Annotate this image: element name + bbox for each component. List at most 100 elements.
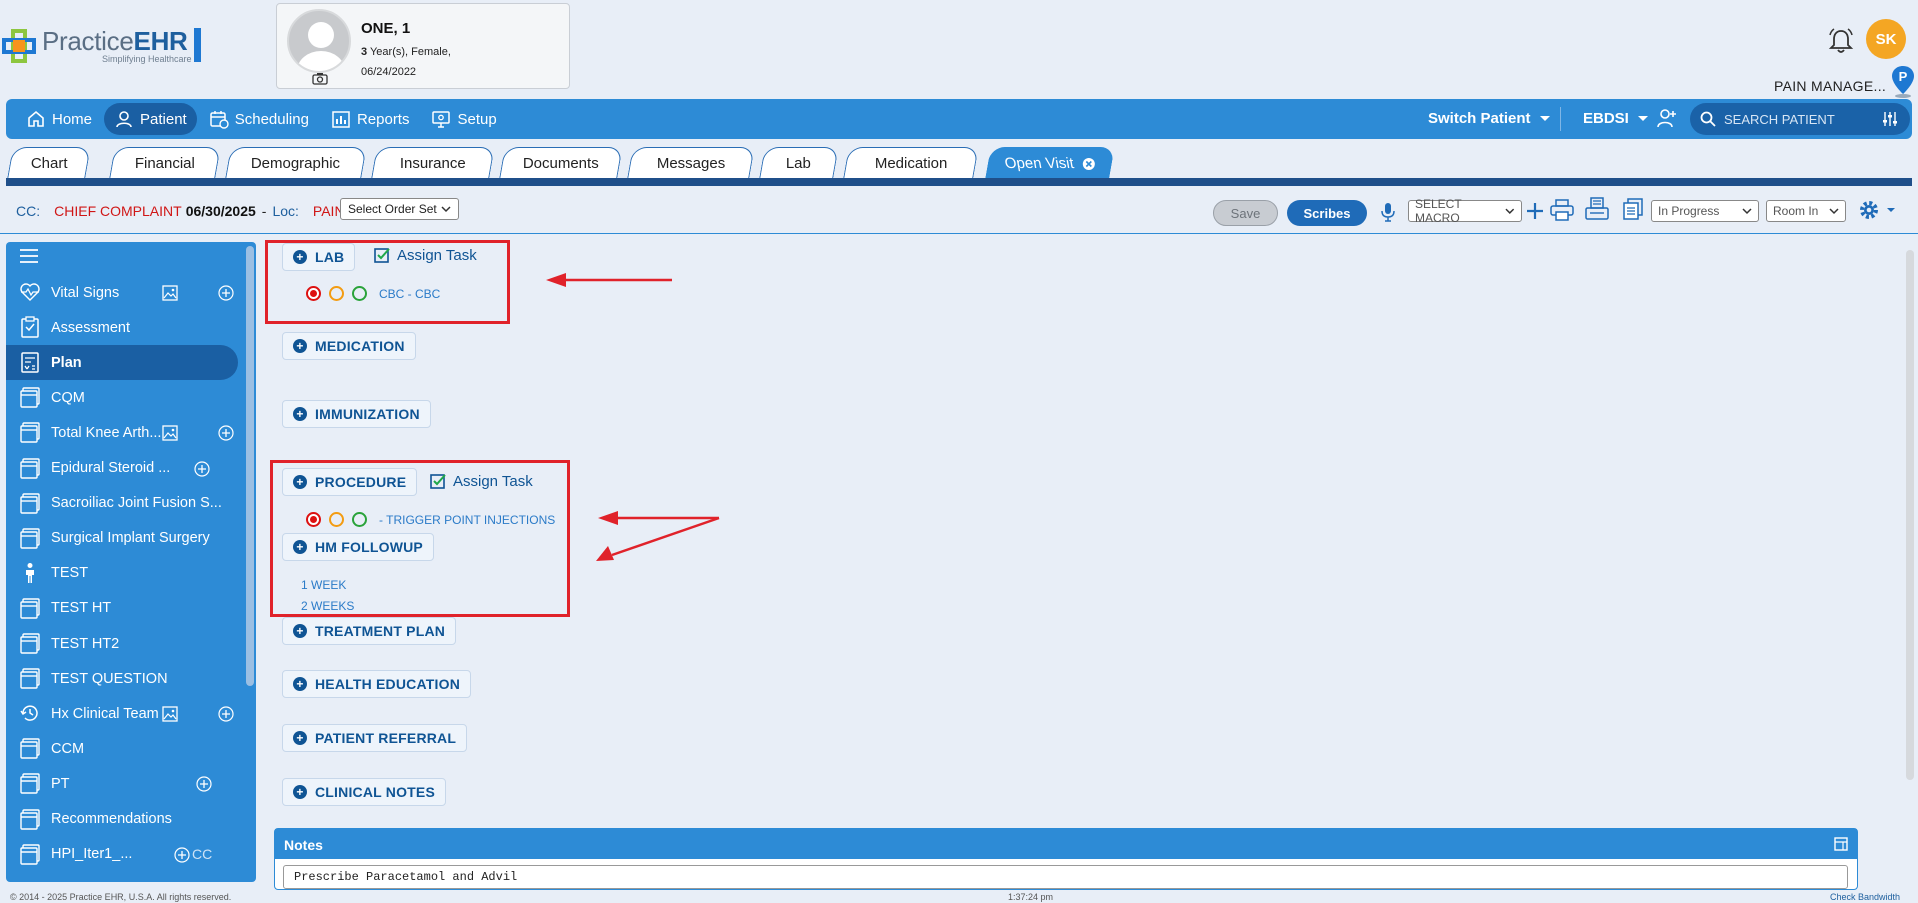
gear-icon — [1860, 201, 1878, 219]
sidebar-item-sacroiliac-joint-fusion-s[interactable]: Sacroiliac Joint Fusion S... — [6, 486, 238, 521]
cc-tag[interactable]: CC — [192, 846, 212, 862]
print-icon[interactable] — [1550, 199, 1574, 221]
section-treatment-plan[interactable]: + TREATMENT PLAN — [282, 617, 457, 645]
scribes-button[interactable]: Scribes — [1287, 200, 1367, 226]
add-circle-icon[interactable] — [218, 285, 234, 301]
search-patient[interactable] — [1690, 103, 1910, 135]
sidebar-item-cqm[interactable]: CQM — [6, 380, 238, 415]
patient-avatar — [287, 9, 351, 73]
reports-icon — [332, 111, 350, 128]
add-circle-icon[interactable] — [196, 776, 212, 792]
sidebar-scrollbar[interactable] — [246, 246, 254, 686]
visit-sidebar: Vital Signs Assessment Plan CQM Total Knee A… — [6, 242, 256, 882]
user-avatar[interactable]: SK — [1866, 19, 1906, 59]
sidebar-item-plan[interactable]: Plan — [6, 345, 238, 381]
tab-label: Chart — [30, 154, 68, 172]
sidebar-item-hx-clinical-team[interactable]: Hx Clinical Team — [6, 696, 238, 731]
sidebar-item-epidural-steroid[interactable]: Epidural Steroid ... — [6, 451, 238, 486]
notes-textarea[interactable]: Prescribe Paracetamol and Advil — [283, 865, 1848, 889]
nav-patient-label: Patient — [140, 110, 187, 128]
expand-panel-icon[interactable] — [1834, 837, 1848, 851]
save-button[interactable]: Save — [1213, 200, 1278, 226]
tab-demographic[interactable]: Demographic — [225, 147, 367, 178]
tab-documents[interactable]: Documents — [499, 147, 623, 178]
visit-status-select[interactable]: In Progress — [1651, 200, 1759, 222]
add-circle-icon[interactable] — [194, 460, 210, 477]
tab-chart[interactable]: Chart — [7, 147, 91, 178]
sidebar-item-label: Assessment — [51, 319, 130, 336]
sidebar-item-test[interactable]: TEST — [6, 556, 238, 591]
section-label: TREATMENT PLAN — [315, 623, 446, 639]
sidebar-item-recommendations[interactable]: Recommendations — [6, 802, 238, 837]
location-label: EBDSI — [1583, 110, 1629, 127]
section-clinical-notes[interactable]: + CLINICAL NOTES — [282, 778, 446, 806]
sidebar-item-total-knee-arth[interactable]: Total Knee Arth... — [6, 415, 238, 450]
sidebar-item-label: PT — [51, 775, 70, 792]
section-medication[interactable]: + MEDICATION — [282, 332, 416, 360]
section-health-education[interactable]: + HEALTH EDUCATION — [282, 670, 472, 698]
close-tab-icon[interactable] — [1081, 156, 1095, 170]
tab-lab[interactable]: Lab — [759, 147, 839, 178]
tab-label: Lab — [786, 154, 812, 172]
switch-patient-button[interactable]: Switch Patient — [1428, 110, 1551, 127]
loc-label: Loc: — [272, 203, 299, 219]
notification-bell-icon[interactable] — [1826, 26, 1856, 56]
location-dropdown[interactable]: EBDSI — [1583, 110, 1649, 127]
plan-icon — [19, 351, 41, 373]
hamburger-menu-icon[interactable] — [20, 249, 38, 263]
visit-toolbar: CC: CHIEF COMPLAINT 06/30/2025 - Loc: PA… — [0, 186, 1918, 234]
sidebar-item-pt[interactable]: PT — [6, 766, 238, 801]
copy-document-icon[interactable] — [1622, 198, 1644, 220]
sidebar-item-test-ht2[interactable]: TEST HT2 — [6, 626, 238, 661]
sidebar-item-hpi-iter1[interactable]: HPI_Iter1_... CC — [6, 837, 238, 872]
image-icon[interactable] — [162, 425, 178, 442]
notes-title: Notes — [284, 837, 323, 853]
microphone-icon[interactable] — [1381, 202, 1395, 222]
nav-setup-label: Setup — [457, 110, 497, 128]
camera-icon[interactable] — [312, 72, 328, 85]
filter-sliders-icon[interactable] — [1882, 111, 1898, 127]
nav-patient[interactable]: Patient — [104, 103, 197, 135]
tab-messages[interactable]: Messages — [627, 147, 755, 178]
cc-value[interactable]: CHIEF COMPLAINT — [54, 203, 182, 219]
tab-insurance[interactable]: Insurance — [371, 147, 495, 178]
practice-ehr-logo[interactable]: PracticeEHR Simplifying Healthcare — [2, 28, 201, 64]
scheduling-icon — [209, 111, 229, 129]
sidebar-item-test-question[interactable]: TEST QUESTION — [6, 661, 238, 696]
settings-menu[interactable] — [1858, 199, 1896, 221]
sidebar-item-surgical-implant-surgery[interactable]: Surgical Implant Surgery — [6, 521, 238, 556]
patient-card[interactable]: ONE, 1 3 Year(s), Female, 06/24/2022 — [276, 3, 570, 89]
nav-scheduling[interactable]: Scheduling — [199, 103, 319, 135]
add-circle-icon[interactable] — [218, 706, 234, 722]
check-bandwidth-link[interactable]: Check Bandwidth — [1830, 892, 1900, 902]
add-user-icon[interactable] — [1656, 107, 1678, 129]
nav-home[interactable]: Home — [16, 103, 102, 135]
nav-reports[interactable]: Reports — [321, 103, 420, 135]
nav-setup[interactable]: Setup — [421, 103, 506, 135]
search-patient-input[interactable] — [1724, 111, 1874, 127]
tab-underline — [6, 178, 1912, 186]
section-patient-referral[interactable]: + PATIENT REFERRAL — [282, 724, 468, 752]
room-select[interactable]: Room In — [1766, 200, 1846, 222]
add-circle-icon[interactable] — [218, 425, 234, 441]
sidebar-item-vital-signs[interactable]: Vital Signs — [6, 275, 238, 310]
sidebar-item-assessment[interactable]: Assessment — [6, 310, 238, 345]
location-pin-icon[interactable]: P — [1890, 64, 1916, 98]
image-icon[interactable] — [162, 285, 178, 301]
add-icon[interactable] — [1526, 202, 1544, 220]
practice-name[interactable]: PAIN MANAGE... — [1774, 78, 1886, 94]
tab-medication[interactable]: Medication — [843, 147, 979, 178]
sidebar-item-test-ht[interactable]: TEST HT — [6, 591, 238, 626]
add-circle-icon[interactable] — [174, 846, 190, 863]
section-immunization[interactable]: + IMMUNIZATION — [282, 400, 431, 428]
fax-icon[interactable] — [1585, 197, 1609, 221]
sidebar-item-ccm[interactable]: CCM — [6, 731, 238, 766]
image-icon[interactable] — [162, 706, 178, 722]
sidebar-item-label: Total Knee Arth... — [51, 424, 162, 441]
tab-open-visit[interactable]: Open Visit — [985, 147, 1115, 178]
main-scrollbar[interactable] — [1906, 250, 1914, 780]
macro-select[interactable]: SELECT MACRO — [1408, 197, 1522, 225]
tab-financial[interactable]: Financial — [109, 147, 221, 178]
tab-label: Messages — [656, 154, 726, 172]
order-set-select[interactable]: Select Order Set — [340, 198, 459, 220]
